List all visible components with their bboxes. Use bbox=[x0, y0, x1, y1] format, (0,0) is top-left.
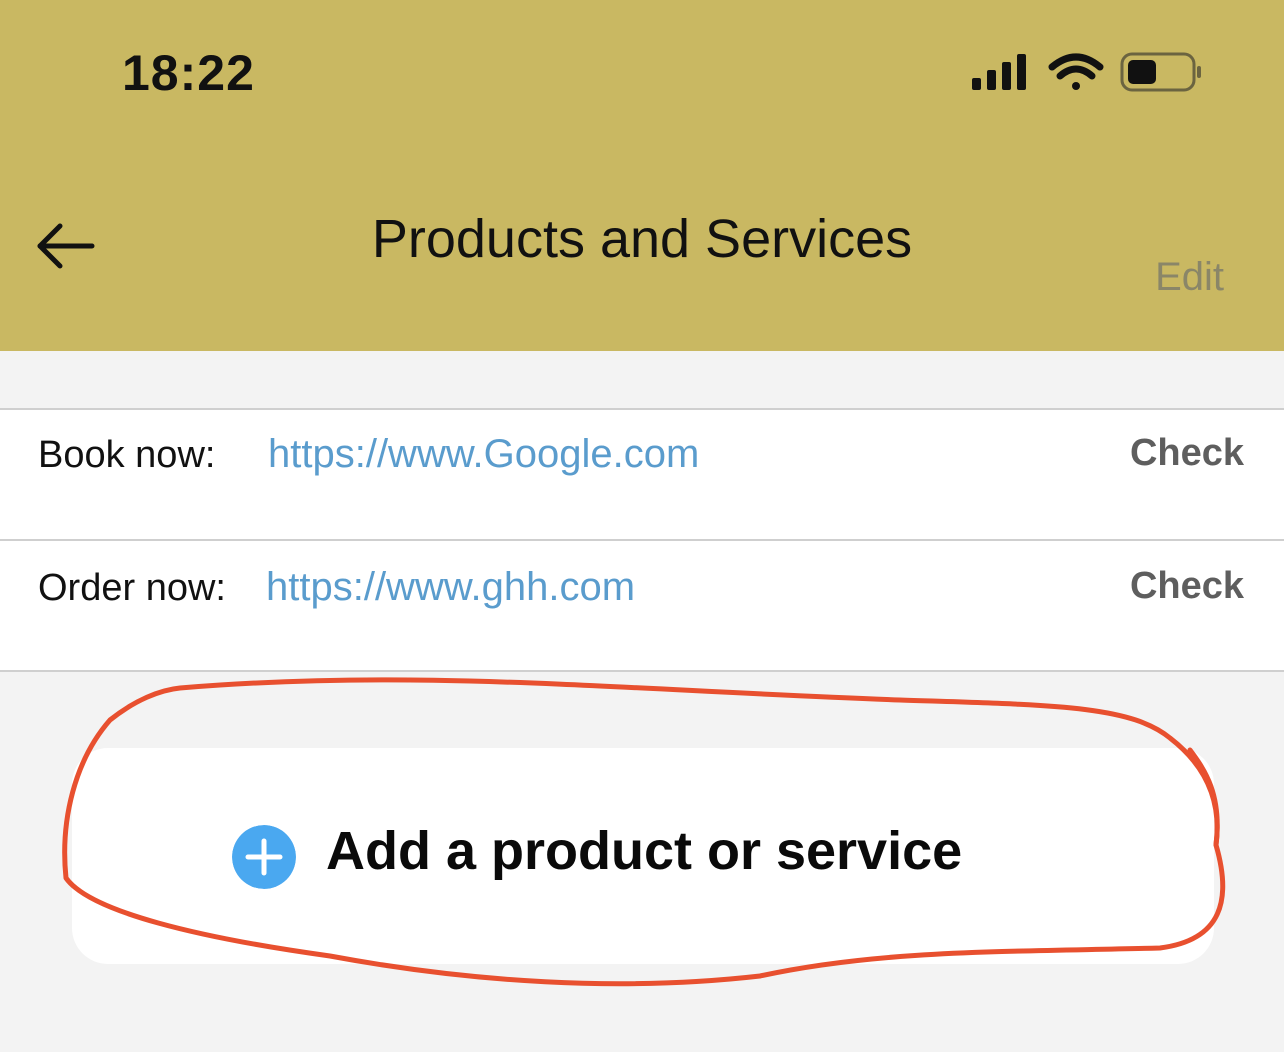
add-product-button[interactable]: Add a product or service bbox=[72, 748, 1214, 964]
plus-circle-icon bbox=[232, 825, 296, 889]
row-label: Book now: bbox=[38, 434, 216, 476]
section-spacer bbox=[0, 351, 1284, 409]
list-item: Order now: https://www.ghh.com Check bbox=[0, 541, 1284, 672]
add-product-label: Add a product or service bbox=[326, 821, 963, 881]
wifi-icon bbox=[1048, 53, 1104, 90]
check-button[interactable]: Check bbox=[1130, 565, 1244, 608]
product-list: Book now: https://www.Google.com Check O… bbox=[0, 408, 1284, 672]
status-time: 18:22 bbox=[122, 45, 255, 101]
row-url-link[interactable]: https://www.Google.com bbox=[268, 432, 699, 477]
list-item: Book now: https://www.Google.com Check bbox=[0, 410, 1284, 541]
row-label: Order now: bbox=[38, 567, 226, 609]
battery-icon bbox=[1120, 52, 1201, 92]
products-services-screen: 18:22 Products and Services Edit Book no… bbox=[0, 0, 1284, 1052]
cellular-signal-icon bbox=[972, 54, 1026, 90]
row-url-link[interactable]: https://www.ghh.com bbox=[266, 565, 635, 610]
check-button[interactable]: Check bbox=[1130, 432, 1244, 475]
page-title: Products and Services bbox=[371, 209, 913, 269]
edit-button[interactable]: Edit bbox=[1155, 255, 1224, 300]
header: 18:22 Products and Services Edit bbox=[0, 0, 1284, 351]
status-icons bbox=[972, 52, 1201, 92]
